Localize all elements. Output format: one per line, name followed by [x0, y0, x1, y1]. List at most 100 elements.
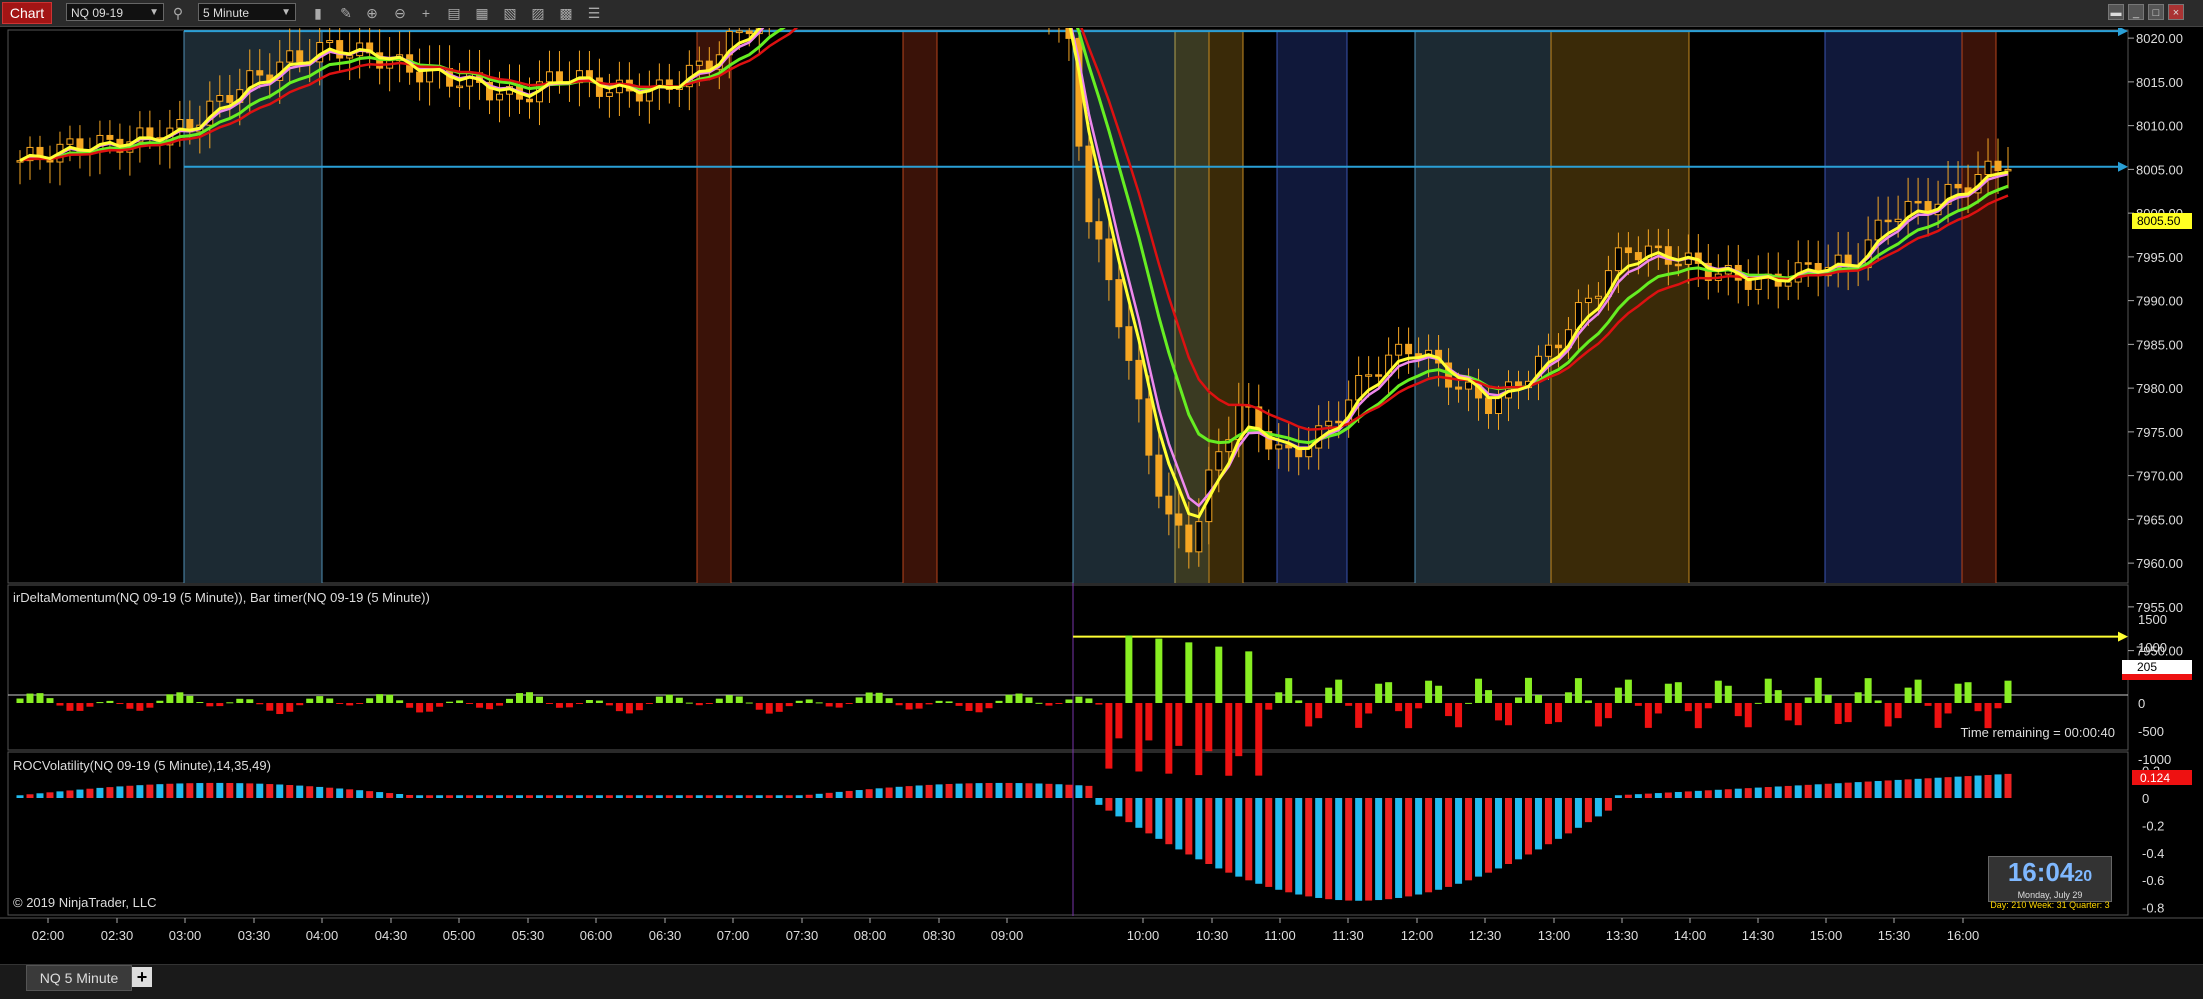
volatility-bar: [825, 792, 833, 798]
volatility-bar: [1035, 783, 1043, 798]
chart-area[interactable]: 8035.008030.008025.008020.008015.008010.…: [0, 0, 2203, 990]
volatility-bar: [985, 782, 993, 798]
list-icon[interactable]: ☰: [584, 4, 604, 22]
volatility-bar: [346, 789, 354, 798]
delta-bar: [316, 696, 324, 703]
candle-body: [336, 40, 344, 59]
delta-bar: [1375, 683, 1383, 703]
volatility-bar: [106, 787, 114, 798]
candle-body: [346, 55, 354, 59]
time-axis-label: 04:00: [306, 928, 339, 943]
volatility-bar: [1235, 798, 1243, 877]
candle-body: [1105, 238, 1113, 281]
delta-bar: [1944, 703, 1952, 714]
volatility-bar: [1155, 798, 1163, 839]
volatility-bar: [146, 784, 154, 798]
delta-bar: [226, 702, 234, 704]
pencil-icon[interactable]: ✎: [336, 4, 356, 22]
volatility-bar: [256, 783, 264, 798]
delta-bar: [26, 693, 34, 703]
volatility-bar: [1395, 798, 1403, 898]
delta-bar: [1285, 678, 1293, 703]
volatility-bar: [1634, 794, 1642, 798]
volatility-bar: [1385, 798, 1393, 900]
volatility-bar: [1175, 798, 1183, 850]
volatility-bar: [36, 793, 44, 798]
indicators-icon[interactable]: ▧: [500, 4, 520, 22]
interval-selector[interactable]: 5 Minute ▼: [198, 3, 296, 21]
clock-date: Monday, July 29: [2017, 890, 2083, 900]
volatility-bar: [1924, 778, 1932, 798]
maximize-icon[interactable]: □: [2148, 4, 2164, 20]
zoom-out-icon[interactable]: ⊖: [390, 4, 410, 22]
candle-body: [1994, 160, 2002, 171]
delta-bar: [1854, 692, 1862, 703]
volatility-bar: [1105, 798, 1113, 811]
tile-window-icon[interactable]: ▬: [2108, 4, 2124, 20]
chart-menu-button[interactable]: Chart: [2, 2, 52, 24]
time-axis-label: 07:30: [786, 928, 819, 943]
minimize-icon[interactable]: _: [2128, 4, 2144, 20]
candle-body: [1485, 397, 1493, 414]
volatility-bar: [1355, 798, 1363, 901]
volatility-bar: [1814, 784, 1822, 798]
strategies-icon[interactable]: ▦: [472, 4, 492, 22]
close-icon[interactable]: ×: [2168, 4, 2184, 20]
delta-bar: [1165, 703, 1173, 774]
delta-bar: [456, 700, 464, 703]
time-axis-label: 05:00: [443, 928, 476, 943]
search-icon[interactable]: ⚲: [168, 4, 188, 22]
volatility-bar: [1115, 798, 1123, 817]
delta-bar: [356, 703, 364, 704]
instrument-selector[interactable]: NQ 09-19 ▼: [66, 3, 164, 21]
volatility-bar: [1025, 783, 1033, 798]
volatility-bar: [56, 791, 64, 798]
delta-bar: [1155, 638, 1163, 703]
delta-bar: [555, 703, 563, 708]
candle-body: [1145, 398, 1153, 456]
volatility-bar: [46, 792, 54, 798]
crosshair-icon[interactable]: +: [416, 4, 436, 22]
delta-bar: [106, 700, 114, 703]
session-clock: 16:0420 Monday, July 29 Day: 210 Week: 3…: [1988, 856, 2112, 910]
delta-bar: [1255, 703, 1263, 776]
candle-body: [1185, 524, 1193, 553]
delta-axis-label: -500: [2138, 724, 2164, 739]
tab-nq-5-minute[interactable]: NQ 5 Minute: [26, 965, 132, 991]
delta-bar: [875, 692, 883, 703]
volatility-bar: [1714, 789, 1722, 798]
volatility-bar: [496, 795, 504, 798]
drawing-tools-icon[interactable]: ▨: [528, 4, 548, 22]
volatility-bar: [406, 794, 414, 798]
volatility-bar: [1415, 798, 1423, 895]
volatility-bar: [1455, 798, 1463, 884]
candle-body: [1115, 279, 1123, 328]
volatility-bar: [705, 795, 713, 798]
time-axis-label: 10:00: [1127, 928, 1160, 943]
delta-bar: [1065, 699, 1073, 703]
volatility-bar: [126, 785, 134, 798]
volatility-bar: [885, 787, 893, 798]
zoom-in-icon[interactable]: ⊕: [362, 4, 382, 22]
price-axis-label: 7985.00: [2136, 337, 2183, 352]
delta-bar: [1834, 703, 1842, 724]
volatility-bar: [1265, 798, 1273, 887]
price-axis-label: 7965.00: [2136, 512, 2183, 527]
delta-bar: [1764, 678, 1772, 703]
bars-icon[interactable]: ▮: [308, 4, 328, 22]
candle-body: [605, 92, 613, 97]
delta-bar: [1225, 703, 1233, 776]
add-tab-button[interactable]: +: [132, 967, 152, 987]
templates-icon[interactable]: ▩: [556, 4, 576, 22]
candle-body: [1874, 219, 1882, 241]
delta-bar: [595, 700, 603, 703]
delta-bar: [1435, 685, 1443, 703]
volatility-bar: [306, 786, 314, 798]
price-axis-label: 8020.00: [2136, 31, 2183, 46]
candle-body: [1554, 344, 1562, 349]
properties-icon[interactable]: ▤: [444, 4, 464, 22]
time-axis-label: 13:30: [1606, 928, 1639, 943]
volatility-bar: [1554, 798, 1562, 839]
chart-canvas[interactable]: 8035.008030.008025.008020.008015.008010.…: [0, 0, 2203, 964]
delta-bar: [615, 703, 623, 712]
